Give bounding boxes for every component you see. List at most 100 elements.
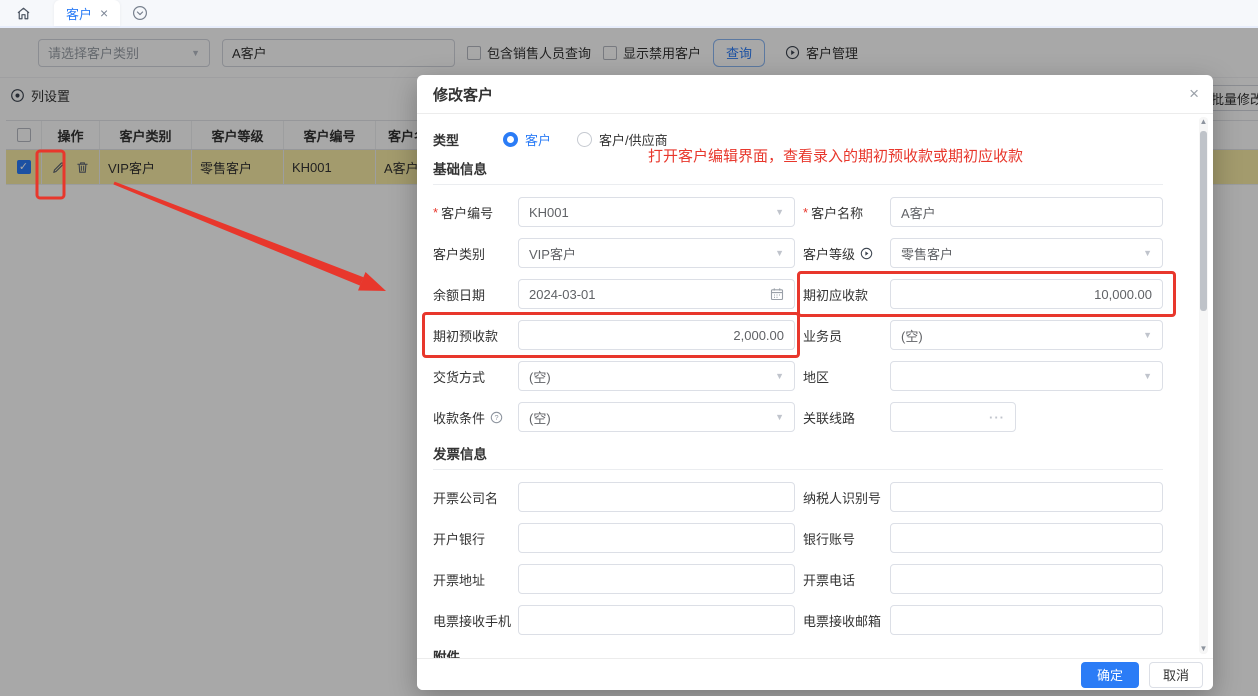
scrollbar-thumb[interactable]	[1200, 131, 1207, 311]
einvoice-phone-input[interactable]	[518, 605, 795, 635]
screen: 客户 × 请选择客户类别 ▼ A客户 包含销售人员查询 显示禁用客户 查询	[0, 0, 1258, 696]
tab-close-icon[interactable]: ×	[100, 6, 108, 20]
field-balance-date: 余额日期 2024-03-01	[433, 279, 803, 309]
calendar-icon	[770, 287, 784, 301]
chevron-down-icon: ▼	[1143, 248, 1152, 258]
radio-customer[interactable]: 客户	[503, 130, 551, 149]
einvoice-email-label: 电票接收邮箱	[803, 611, 890, 630]
play-circle-icon[interactable]	[860, 247, 873, 260]
region-select[interactable]: ▼	[890, 361, 1163, 391]
field-invoice-phone: 开票电话	[803, 564, 1163, 594]
delivery-select[interactable]: (空)▼	[518, 361, 795, 391]
chevron-down-icon: ▼	[775, 207, 784, 217]
confirm-button[interactable]: 确定	[1081, 662, 1139, 688]
invoice-company-input[interactable]	[518, 482, 795, 512]
opening-receivable-input[interactable]: 10,000.00	[890, 279, 1163, 309]
invoice-phone-input[interactable]	[890, 564, 1163, 594]
opening-advance-input[interactable]: 2,000.00	[518, 320, 795, 350]
modal-title: 修改客户	[433, 84, 493, 105]
invoice-address-input[interactable]	[518, 564, 795, 594]
field-taxpayer-id: 纳税人识别号	[803, 482, 1163, 512]
field-opening-advance: 期初预收款 2,000.00	[433, 320, 803, 350]
region-label: 地区	[803, 367, 890, 386]
salesman-label: 业务员	[803, 326, 890, 345]
radio-selected-icon	[503, 132, 518, 147]
field-invoice-company: 开票公司名	[433, 482, 803, 512]
chevron-down-icon: ▼	[775, 248, 784, 258]
balance-date-input[interactable]: 2024-03-01	[518, 279, 795, 309]
section-attachment: 附件	[433, 646, 1163, 658]
grade-label: 客户等级	[803, 244, 855, 263]
field-einvoice-email: 电票接收邮箱	[803, 605, 1163, 635]
taxpayer-id-input[interactable]	[890, 482, 1163, 512]
radio-unselected-icon	[577, 132, 592, 147]
section-invoice: 发票信息	[433, 443, 1163, 470]
balance-date-label: 余额日期	[433, 285, 518, 304]
bank-label: 开户银行	[433, 529, 518, 548]
chevron-down-icon: ▼	[1143, 330, 1152, 340]
modal-close-icon[interactable]: ×	[1189, 85, 1199, 102]
invoice-address-label: 开票地址	[433, 570, 518, 589]
route-input[interactable]: ···	[890, 402, 1016, 432]
opening-advance-label: 期初预收款	[433, 326, 518, 345]
tab-bar: 客户 ×	[0, 0, 1258, 28]
field-grade: 客户等级 零售客户▼	[803, 238, 1163, 268]
payment-terms-label: 收款条件	[433, 408, 485, 427]
field-einvoice-phone: 电票接收手机	[433, 605, 803, 635]
edit-customer-modal: 修改客户 × 打开客户编辑界面，查看录入的期初预收款或期初应收款 类型 客户 客…	[417, 75, 1213, 690]
required-mark: *	[433, 205, 438, 220]
bank-account-label: 银行账号	[803, 529, 890, 548]
field-bank-account: 银行账号	[803, 523, 1163, 553]
invoice-phone-label: 开票电话	[803, 570, 890, 589]
radio-customer-label: 客户	[525, 130, 551, 149]
field-customer-no: *客户编号 KH001▼	[433, 197, 803, 227]
field-opening-receivable: 期初应收款 10,000.00	[803, 279, 1163, 309]
invoice-company-label: 开票公司名	[433, 488, 518, 507]
delivery-label: 交货方式	[433, 367, 518, 386]
annotation-note: 打开客户编辑界面，查看录入的期初预收款或期初应收款	[648, 145, 1023, 166]
more-icon[interactable]: ···	[989, 410, 1005, 425]
einvoice-phone-label: 电票接收手机	[433, 611, 518, 630]
field-delivery: 交货方式 (空)▼	[433, 361, 803, 391]
customer-no-select[interactable]: KH001▼	[518, 197, 795, 227]
category-label: 客户类别	[433, 244, 518, 263]
field-route: 关联线路 ···	[803, 402, 1163, 432]
customer-no-label: 客户编号	[441, 203, 493, 222]
home-icon	[15, 5, 32, 22]
field-customer-name: *客户名称 A客户	[803, 197, 1163, 227]
chevron-down-icon: ▼	[775, 412, 784, 422]
chevron-down-icon: ▼	[775, 371, 784, 381]
required-mark: *	[803, 205, 808, 220]
tab-customers[interactable]: 客户 ×	[54, 0, 120, 26]
salesman-select[interactable]: (空)▼	[890, 320, 1163, 350]
route-label: 关联线路	[803, 408, 890, 427]
bank-account-input[interactable]	[890, 523, 1163, 553]
scroll-down-icon[interactable]: ▼	[1199, 644, 1208, 654]
scroll-up-icon[interactable]: ▲	[1199, 117, 1208, 127]
tab-list-dropdown[interactable]	[132, 5, 148, 21]
field-salesman: 业务员 (空)▼	[803, 320, 1163, 350]
field-region: 地区 ▼	[803, 361, 1163, 391]
type-label: 类型	[433, 130, 503, 149]
field-payment-terms: 收款条件 ? (空)▼	[433, 402, 803, 432]
field-category: 客户类别 VIP客户▼	[433, 238, 803, 268]
chevron-down-circle-icon	[132, 5, 148, 21]
home-button[interactable]	[10, 2, 36, 24]
cancel-button[interactable]: 取消	[1149, 662, 1203, 688]
modal-header: 修改客户	[417, 75, 1213, 114]
opening-receivable-label: 期初应收款	[803, 285, 890, 304]
customer-name-input[interactable]: A客户	[890, 197, 1163, 227]
category-select[interactable]: VIP客户▼	[518, 238, 795, 268]
field-bank: 开户银行	[433, 523, 803, 553]
einvoice-email-input[interactable]	[890, 605, 1163, 635]
question-circle-icon[interactable]: ?	[490, 411, 503, 424]
grade-select[interactable]: 零售客户▼	[890, 238, 1163, 268]
modal-scrollbar[interactable]: ▲ ▼	[1199, 117, 1208, 654]
bank-input[interactable]	[518, 523, 795, 553]
svg-text:?: ?	[494, 412, 498, 421]
payment-terms-select[interactable]: (空)▼	[518, 402, 795, 432]
tab-label: 客户	[66, 4, 92, 23]
modal-body: 类型 客户 客户/供应商 基础信息 *客户编号 KH001▼ *客户名称	[417, 114, 1213, 658]
customer-name-label: 客户名称	[811, 203, 863, 222]
taxpayer-id-label: 纳税人识别号	[803, 488, 890, 507]
